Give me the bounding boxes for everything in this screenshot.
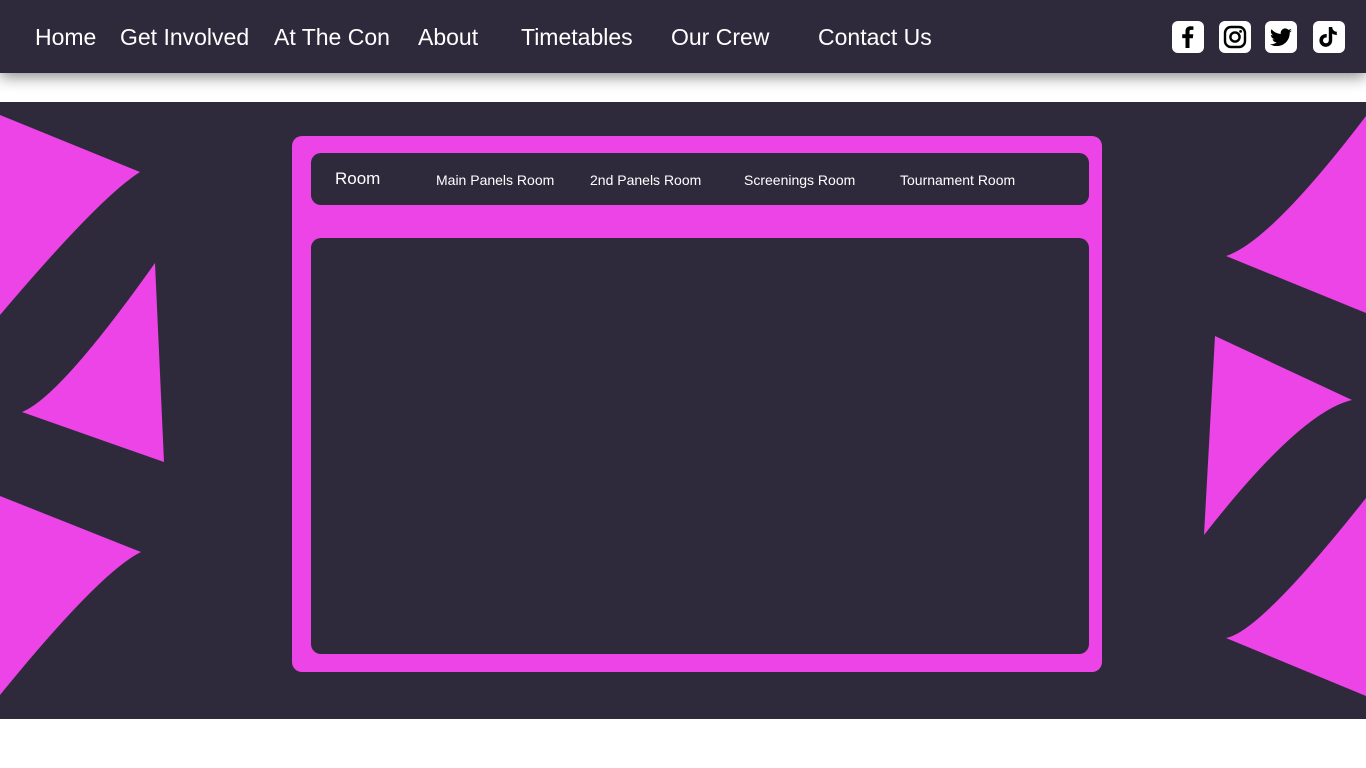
room-content-area — [311, 238, 1089, 654]
nav-about[interactable]: About — [418, 22, 478, 52]
hero-section: Room Main Panels Room 2nd Panels Room Sc… — [0, 102, 1366, 719]
nav-timetables[interactable]: Timetables — [521, 22, 633, 52]
nav-get-involved[interactable]: Get Involved — [120, 22, 249, 52]
nav-contact-us[interactable]: Contact Us — [818, 22, 932, 52]
tab-screenings-room[interactable]: Screenings Room — [744, 171, 855, 189]
nav-at-the-con[interactable]: At The Con — [274, 22, 390, 52]
tab-main-panels-room[interactable]: Main Panels Room — [436, 171, 554, 189]
nav-home[interactable]: Home — [35, 22, 96, 52]
twitter-icon[interactable] — [1265, 21, 1297, 53]
room-panel: Room Main Panels Room 2nd Panels Room Sc… — [292, 136, 1102, 672]
tab-2nd-panels-room[interactable]: 2nd Panels Room — [590, 171, 701, 189]
facebook-icon[interactable] — [1172, 21, 1204, 53]
top-navbar: Home Get Involved At The Con About Timet… — [0, 0, 1366, 73]
instagram-icon[interactable] — [1219, 21, 1251, 53]
tab-tournament-room[interactable]: Tournament Room — [900, 171, 1015, 189]
room-tab-title: Room — [335, 169, 381, 188]
room-tab-bar: Room Main Panels Room 2nd Panels Room Sc… — [311, 153, 1089, 205]
tiktok-icon[interactable] — [1313, 21, 1345, 53]
nav-our-crew[interactable]: Our Crew — [671, 22, 769, 52]
